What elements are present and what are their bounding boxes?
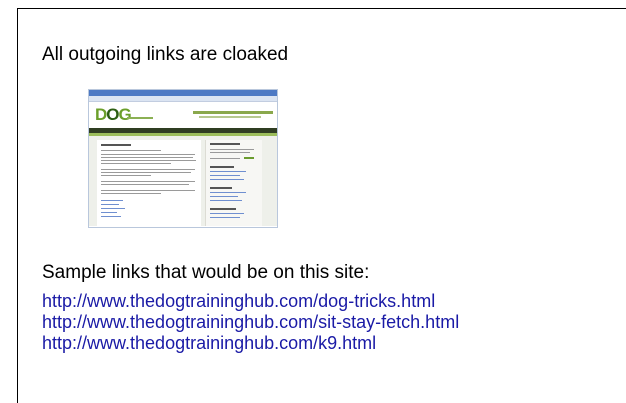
sample-links-heading: Sample links that would be on this site:	[42, 262, 370, 283]
thumbnail-logo-subtext	[127, 117, 153, 119]
page-heading: All outgoing links are cloaked	[42, 44, 289, 65]
thumbnail-site-header: DOG	[89, 102, 277, 128]
thumbnail-tagline-secondary	[199, 116, 261, 118]
thumbnail-page-body	[89, 136, 277, 226]
thumbnail-sidebar	[205, 140, 262, 226]
sample-links-list: http://www.thedogtraininghub.com/dog-tri…	[42, 291, 459, 354]
thumbnail-main-column	[97, 140, 201, 226]
thumbnail-logo: DOG	[95, 105, 132, 124]
site-screenshot-thumbnail: DOG	[88, 89, 278, 228]
sample-link[interactable]: http://www.thedogtraininghub.com/sit-sta…	[42, 312, 459, 333]
thumbnail-tagline	[193, 111, 273, 114]
sample-link[interactable]: http://www.thedogtraininghub.com/k9.html	[42, 333, 459, 354]
sample-link[interactable]: http://www.thedogtraininghub.com/dog-tri…	[42, 291, 459, 312]
